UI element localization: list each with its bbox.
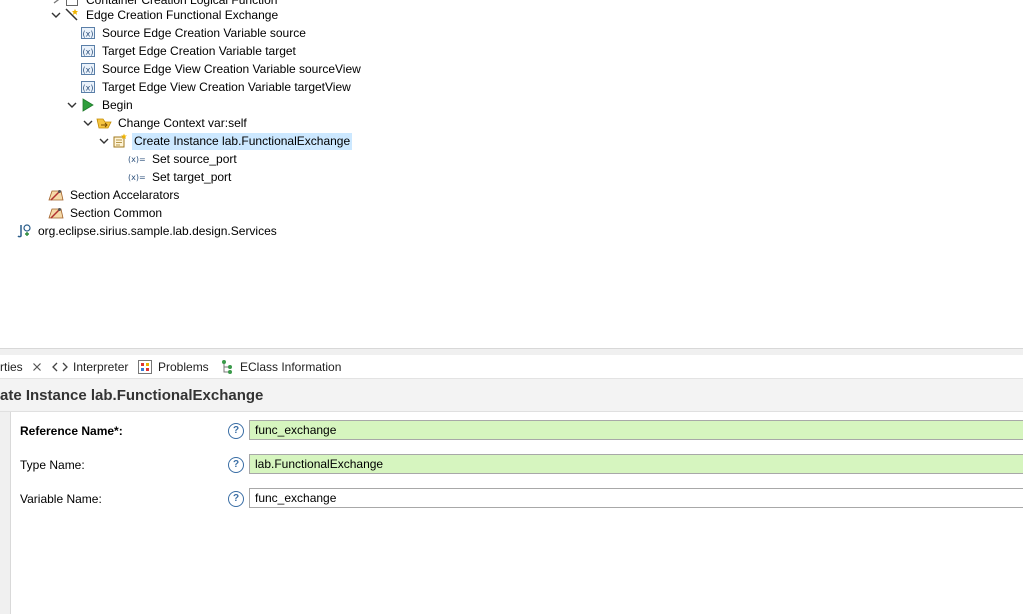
java-extension-icon xyxy=(16,223,32,239)
tree-item-label: Create Instance lab.FunctionalExchange xyxy=(132,132,353,150)
tab-label: rties xyxy=(0,359,23,374)
properties-title: ate Instance lab.FunctionalExchange xyxy=(0,387,264,404)
section-icon xyxy=(48,187,64,203)
reference-name-input[interactable] xyxy=(249,420,1023,440)
chevron-down-icon[interactable] xyxy=(48,6,64,24)
field-label: Reference Name*: xyxy=(20,424,123,438)
odesign-tree: Container Creation Logical Function Edge… xyxy=(0,0,1023,348)
svg-text:(x): (x) xyxy=(83,48,94,57)
panel-divider[interactable] xyxy=(0,348,1023,355)
tab-problems[interactable]: Problems xyxy=(137,355,209,378)
tree-item-label: Section Common xyxy=(70,205,163,220)
tree-item-label: Source Edge View Creation Variable sourc… xyxy=(102,61,361,76)
tree-item-java-extension[interactable]: org.eclipse.sirius.sample.lab.design.Ser… xyxy=(16,222,279,240)
property-type-name: Type Name: ? xyxy=(20,454,1023,476)
eclass-hierarchy-icon xyxy=(219,359,235,375)
property-variable-name: Variable Name: ? xyxy=(20,488,1023,510)
variable-icon: (x) xyxy=(80,25,96,41)
tree-item-source-variable[interactable]: (x) Source Edge Creation Variable source xyxy=(80,24,308,42)
help-icon[interactable]: ? xyxy=(228,423,244,439)
problems-icon xyxy=(137,359,153,375)
tree-item-label: Source Edge Creation Variable source xyxy=(102,25,306,40)
create-instance-icon xyxy=(112,133,128,149)
tree-item-label: Set target_port xyxy=(152,169,232,184)
svg-text:(x): (x) xyxy=(83,30,94,39)
chevron-down-icon[interactable] xyxy=(96,132,112,150)
variable-icon: (x) xyxy=(80,79,96,95)
svg-text:(x): (x) xyxy=(83,66,94,75)
tab-label: EClass Information xyxy=(240,359,342,374)
tree-item-begin[interactable]: Begin xyxy=(64,96,135,114)
interpreter-icon xyxy=(52,359,68,375)
variable-icon: (x) xyxy=(80,43,96,59)
play-icon xyxy=(80,97,96,113)
properties-title-bar: ate Instance lab.FunctionalExchange xyxy=(0,379,1023,412)
view-tab-bar: rties Interpreter Problems EClass Inform… xyxy=(0,355,1023,379)
tree-item-label: Target Edge Creation Variable target xyxy=(102,43,296,58)
tree-item-target-variable[interactable]: (x) Target Edge Creation Variable target xyxy=(80,42,298,60)
tab-interpreter[interactable]: Interpreter xyxy=(52,355,128,378)
edge-creation-icon xyxy=(64,7,80,23)
tree-item-section-common[interactable]: Section Common xyxy=(48,204,164,222)
tab-label: Interpreter xyxy=(73,359,129,374)
help-icon[interactable]: ? xyxy=(228,457,244,473)
svg-text:(x)=: (x)= xyxy=(128,173,146,182)
tree-item-set-target-port[interactable]: (x)= Set target_port xyxy=(128,168,233,186)
chevron-down-icon[interactable] xyxy=(64,96,80,114)
field-label: Variable Name: xyxy=(20,492,102,506)
close-icon[interactable] xyxy=(29,359,45,375)
tree-item-set-source-port[interactable]: (x)= Set source_port xyxy=(128,150,239,168)
field-label: Type Name: xyxy=(20,458,85,472)
property-reference-name: Reference Name*: ? xyxy=(20,420,1023,442)
tree-item-label: Set source_port xyxy=(152,151,237,166)
set-value-icon: (x)= xyxy=(128,169,146,185)
tree-item-label: Target Edge View Creation Variable targe… xyxy=(102,79,351,94)
tree-item-section-accelerators[interactable]: Section Accelarators xyxy=(48,186,181,204)
tab-label: Problems xyxy=(158,359,209,374)
change-context-icon xyxy=(96,115,112,131)
tree-item-target-view-variable[interactable]: (x) Target Edge View Creation Variable t… xyxy=(80,78,353,96)
variable-icon: (x) xyxy=(80,61,96,77)
tree-item-label: Change Context var:self xyxy=(118,115,247,130)
variable-name-input[interactable] xyxy=(249,488,1023,508)
tab-properties[interactable]: rties xyxy=(0,355,50,378)
tree-item-change-context[interactable]: Change Context var:self xyxy=(80,114,249,132)
svg-text:(x)=: (x)= xyxy=(128,155,146,164)
tree-item-source-view-variable[interactable]: (x) Source Edge View Creation Variable s… xyxy=(80,60,363,78)
tab-eclass-information[interactable]: EClass Information xyxy=(219,355,341,378)
help-icon[interactable]: ? xyxy=(228,491,244,507)
tree-item-label: Edge Creation Functional Exchange xyxy=(86,7,279,22)
type-name-input[interactable] xyxy=(249,454,1023,474)
chevron-down-icon[interactable] xyxy=(80,114,96,132)
tree-item-create-instance[interactable]: Create Instance lab.FunctionalExchange xyxy=(96,132,353,150)
set-value-icon: (x)= xyxy=(128,151,146,167)
svg-text:(x): (x) xyxy=(83,84,94,93)
tree-item-edge-creation[interactable]: Edge Creation Functional Exchange xyxy=(48,6,280,24)
tree-item-label: Section Accelarators xyxy=(70,187,180,202)
section-icon xyxy=(48,205,64,221)
tree-item-label: Begin xyxy=(102,97,133,112)
properties-tab-strip[interactable] xyxy=(0,412,11,614)
tree-item-label: org.eclipse.sirius.sample.lab.design.Ser… xyxy=(38,223,277,238)
